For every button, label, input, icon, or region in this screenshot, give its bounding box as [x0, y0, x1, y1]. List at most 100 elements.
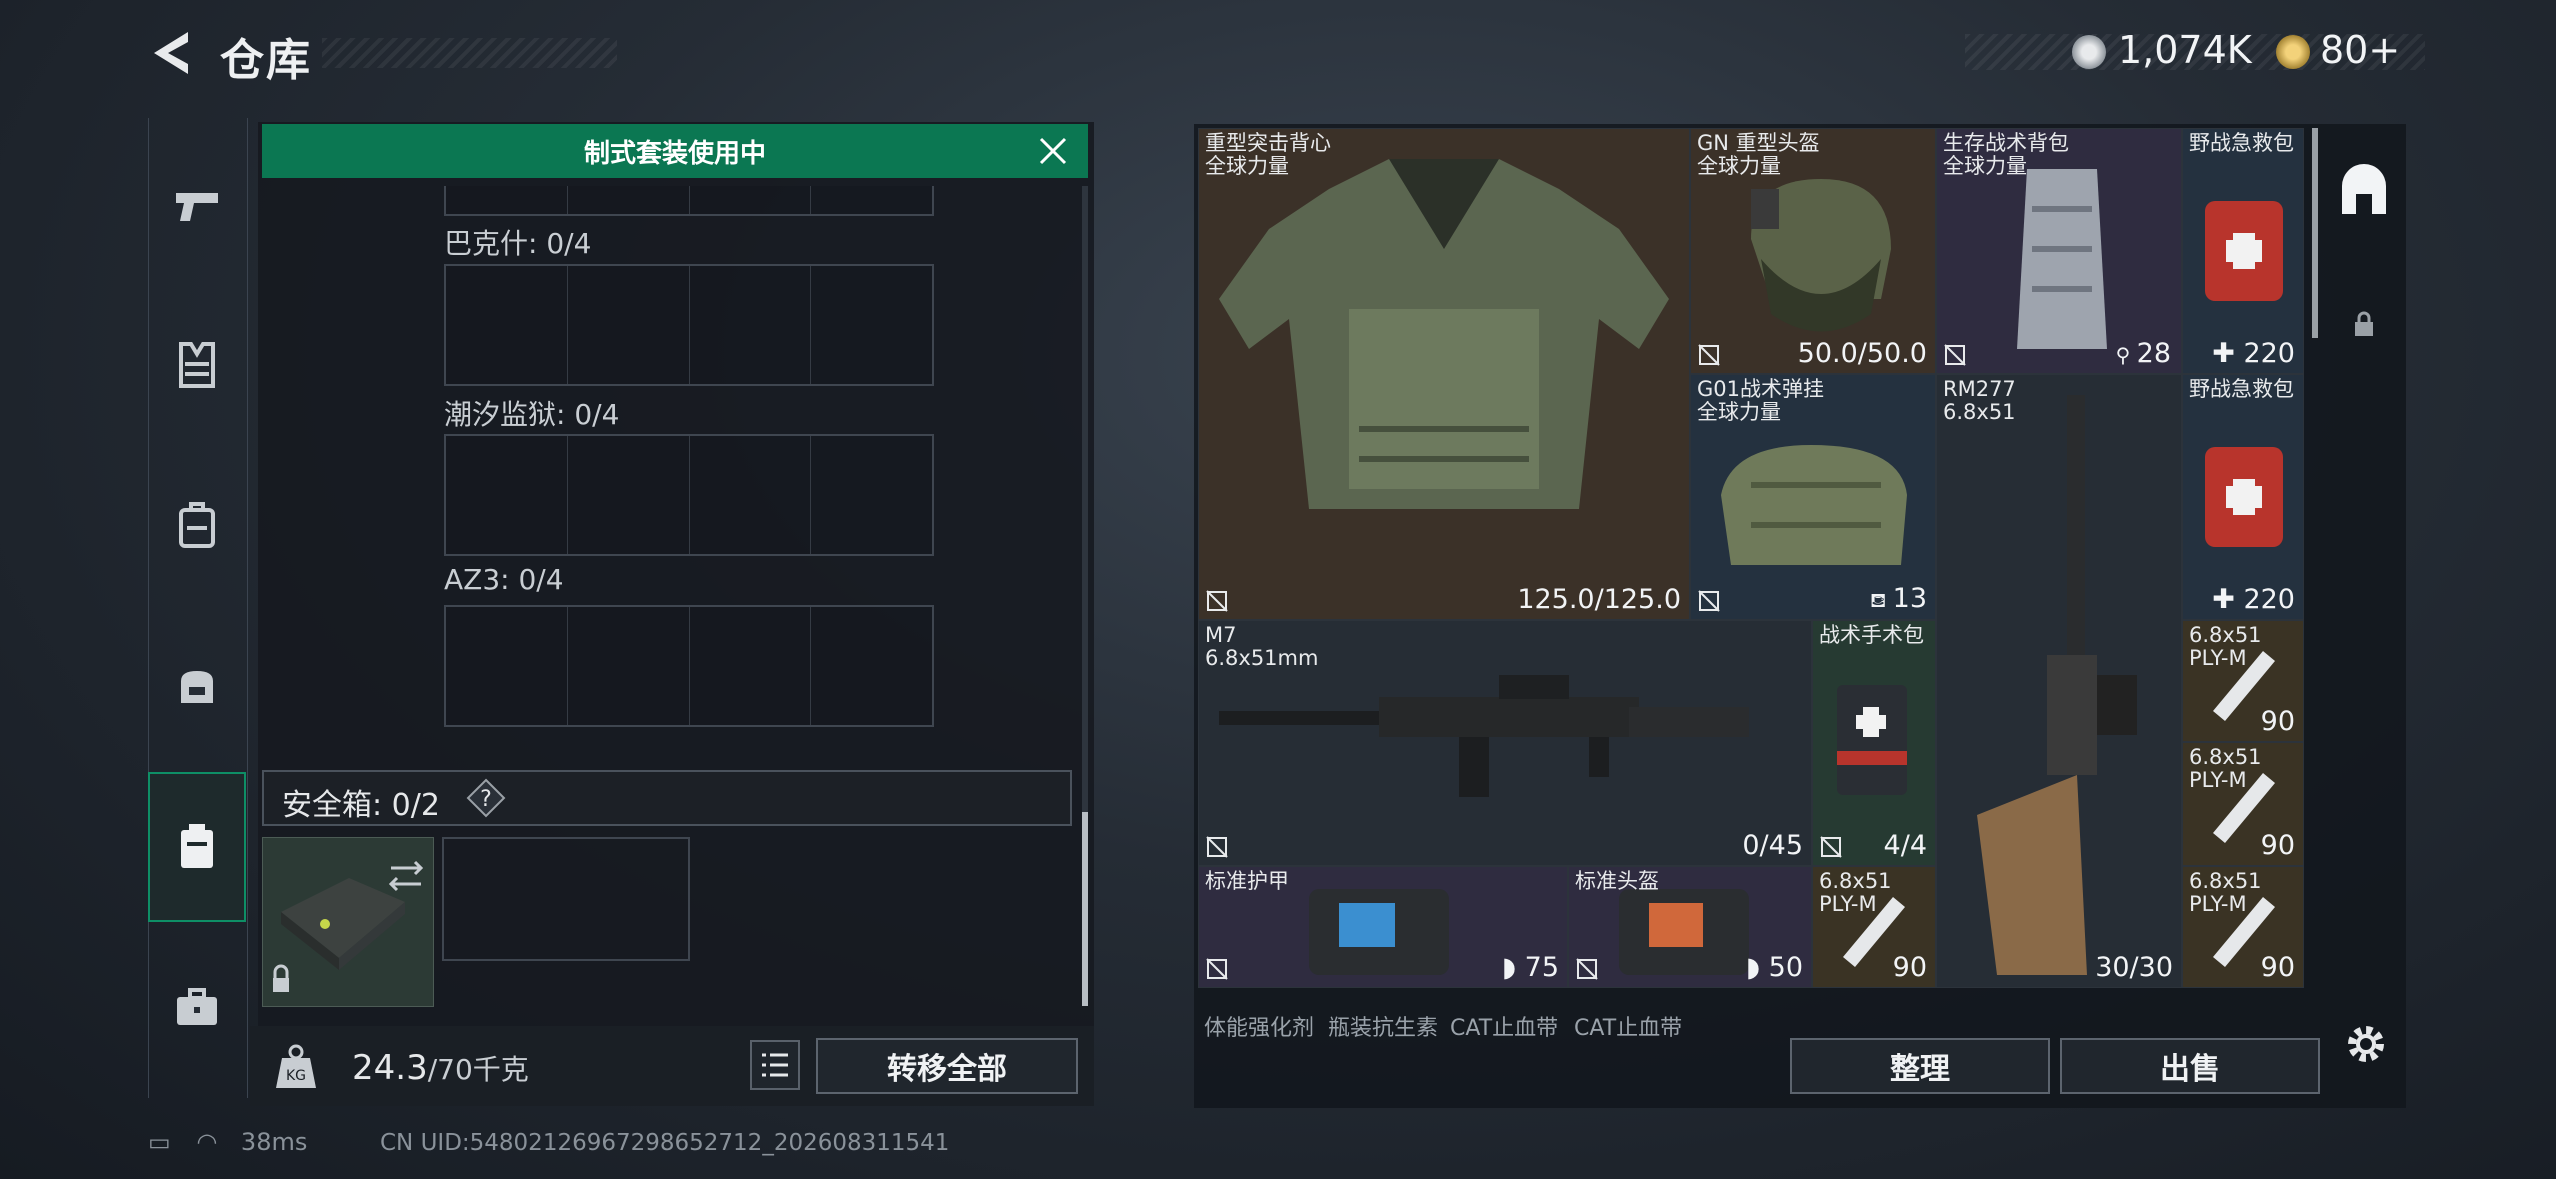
back-arrow-icon[interactable]: [148, 28, 192, 78]
item-name: 标准护甲: [1205, 869, 1289, 893]
item-name: 战术手术包: [1819, 623, 1924, 647]
pistol-icon: [176, 193, 218, 221]
inventory-item-g01-chest-rig[interactable]: G01战术弹挂 全球力量 ⛾ 13: [1690, 374, 1936, 620]
item-armor-value: ◗ 50: [1746, 952, 1803, 983]
page-title: 仓库: [220, 35, 312, 86]
briefcase-icon: [177, 988, 217, 1025]
no-insurance-icon: [1206, 590, 1228, 612]
no-insurance-icon: [1206, 958, 1228, 980]
inventory-item-ammo-1[interactable]: 6.8x51 PLY-M 90: [2182, 620, 2304, 742]
inventory-item-ammo-2[interactable]: 6.8x51 PLY-M 90: [2182, 742, 2304, 866]
slot-label-az3: AZ3: 0/4: [444, 563, 564, 596]
item-capacity-value: 13: [1892, 583, 1927, 614]
item-ammo: 30/30: [2095, 952, 2173, 983]
lock-icon[interactable]: [2352, 310, 2376, 338]
vest-small-icon: ⛾: [1869, 588, 1893, 612]
tab-bag[interactable]: [148, 610, 246, 760]
item-uses-value: 220: [2243, 584, 2295, 615]
item-count: 90: [2260, 830, 2295, 861]
silver-coin-icon: [2072, 35, 2106, 69]
currency2-amount[interactable]: 80+: [2320, 28, 2400, 72]
item-count: 90: [2260, 706, 2295, 737]
item-capacity: ⛾ 13: [1870, 583, 1927, 615]
user-uid: CN UID:5480212696729865​2712_20260831154…: [380, 1130, 950, 1156]
inventory-item-standard-armor-box[interactable]: 标准护甲 ◗ 75: [1198, 866, 1568, 988]
safebox-label: 安全箱: 0/2: [282, 788, 440, 823]
inventory-item-standard-helmet-box[interactable]: 标准头盔 ◗ 50: [1568, 866, 1812, 988]
item-name: 标准头盔: [1575, 869, 1659, 893]
inventory-item-heavy-vest[interactable]: 重型突击背心 全球力量 125.0/125.0: [1198, 128, 1690, 620]
inventory-item-survival-backpack[interactable]: 生存战术背包 全球力量 ⚲ 28: [1936, 128, 2182, 374]
tab-briefcase[interactable]: [148, 932, 246, 1082]
previous-slot-grid[interactable]: [444, 186, 934, 216]
loadout-scroll-thumb[interactable]: [1082, 812, 1088, 1006]
inventory-item-ammo-4[interactable]: 6.8x51 PLY-M 90: [2182, 866, 2304, 988]
inventory-item-first-aid-2[interactable]: 野战急救包 ✚ 220: [2182, 374, 2304, 620]
item-name: 6.8x51 PLY-M: [2189, 745, 2262, 792]
help-icon[interactable]: ?: [466, 778, 506, 818]
item-uses: ✚ 220: [2212, 584, 2295, 615]
safebox-case-icon: [273, 860, 424, 992]
inventory-item-ammo-3[interactable]: 6.8x51 PLY-M 90: [1812, 866, 1936, 988]
item-count: 90: [2260, 952, 2295, 983]
item-name: 野战急救包: [2189, 377, 2294, 401]
item-name: M7 6.8x51mm: [1205, 623, 1319, 670]
currency1-amount: 1,074K: [2118, 28, 2252, 72]
tab-safebox[interactable]: [148, 772, 246, 922]
gold-coin-icon: [2276, 35, 2310, 69]
item-uses: 4/4: [1883, 830, 1927, 861]
inventory-item-surgery-kit[interactable]: 战术手术包 4/4: [1812, 620, 1936, 866]
wifi-icon: ◠: [196, 1128, 218, 1156]
list-icon: [762, 1053, 788, 1077]
slot-grid-bakshi[interactable]: [444, 264, 934, 386]
weight-capacity: /70千克: [427, 1053, 529, 1086]
item-name: 生存战术背包 全球力量: [1943, 131, 2069, 178]
gear-icon[interactable]: [2340, 1018, 2392, 1070]
close-icon[interactable]: [1036, 134, 1070, 168]
tab-vest[interactable]: [148, 290, 246, 440]
vest-icon: [179, 342, 215, 388]
list-view-button[interactable]: [750, 1040, 800, 1090]
inventory-item-m7[interactable]: M7 6.8x51mm 0/45: [1198, 620, 1812, 866]
no-insurance-icon: [1944, 344, 1966, 366]
inventory-scrollbar[interactable]: [2312, 128, 2318, 338]
item-name: G01战术弹挂 全球力量: [1697, 377, 1824, 424]
sell-button[interactable]: 出售: [2060, 1038, 2320, 1094]
partial-item-tourniquet-2[interactable]: CAT止血带: [1574, 1010, 1682, 1042]
weight-small-icon: ⚲: [2115, 343, 2137, 367]
item-armor-value: ◗ 75: [1502, 952, 1559, 983]
sort-button[interactable]: 整理: [1790, 1038, 2050, 1094]
shield-icon: ◗: [1745, 952, 1769, 983]
item-name: 6.8x51 PLY-M: [1819, 869, 1892, 916]
item-name: GN 重型头盔 全球力量: [1697, 131, 1820, 178]
no-insurance-icon: [1576, 958, 1598, 980]
rifle-image: [1977, 395, 2137, 975]
inventory-item-rm277[interactable]: RM277 6.8x51 30/30: [1936, 374, 2182, 988]
inventory-item-gn-helmet[interactable]: GN 重型头盔 全球力量 50.0/50.0: [1690, 128, 1936, 374]
slot-grid-az3[interactable]: [444, 605, 934, 727]
tab-weapons[interactable]: [148, 130, 246, 280]
inventory-item-first-aid-1[interactable]: 野战急救包 ✚ 220: [2182, 128, 2304, 374]
bag-icon: [181, 671, 213, 703]
item-armor-number: 50: [1768, 952, 1803, 983]
item-durability: 50.0/50.0: [1797, 338, 1927, 369]
partial-item-antibiotic[interactable]: 瓶装抗生素: [1328, 1010, 1438, 1042]
network-status: ▭ ◠ 38ms: [148, 1128, 307, 1156]
partial-item-stim[interactable]: 体能强化剂: [1204, 1010, 1314, 1042]
slot-grid-tidal-prison[interactable]: [444, 434, 934, 556]
tab-backpack[interactable]: [148, 450, 246, 600]
item-name: 6.8x51 PLY-M: [2189, 623, 2262, 670]
item-name: RM277 6.8x51: [1943, 377, 2016, 424]
item-armor-number: 75: [1524, 952, 1559, 983]
svg-text:?: ?: [480, 787, 492, 812]
storage-home-icon[interactable]: [2336, 164, 2392, 220]
safebox-item-slot[interactable]: [262, 837, 434, 1007]
no-insurance-icon: [1698, 590, 1720, 612]
transfer-all-button[interactable]: 转移全部: [816, 1038, 1078, 1094]
item-name: 重型突击背心 全球力量: [1205, 131, 1331, 178]
partial-item-tourniquet-1[interactable]: CAT止血带: [1450, 1010, 1558, 1042]
item-name: 野战急救包: [2189, 131, 2294, 155]
item-count: 90: [1892, 952, 1927, 983]
no-insurance-icon: [1698, 344, 1720, 366]
safebox-empty-slot[interactable]: [442, 837, 690, 961]
